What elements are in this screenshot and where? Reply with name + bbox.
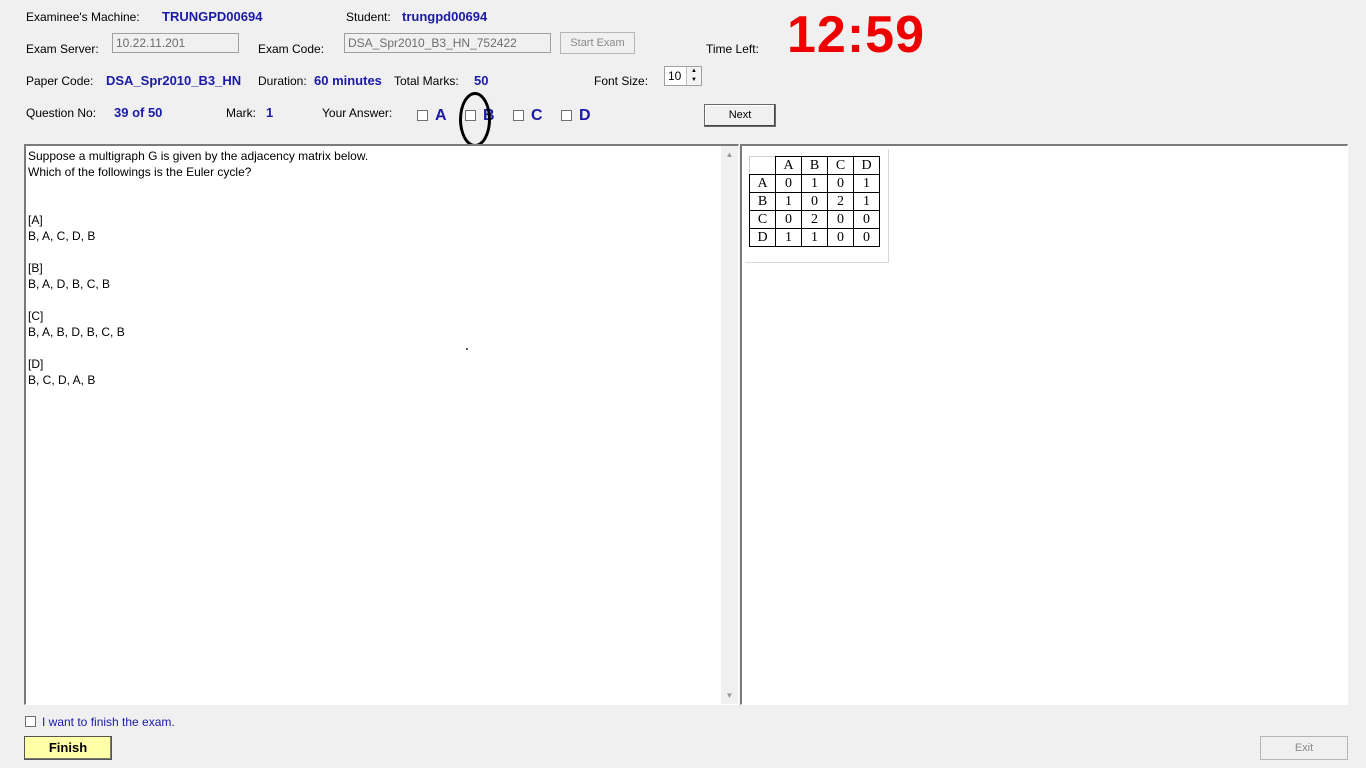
scroll-down-icon[interactable]: ▼: [721, 691, 738, 700]
adjacency-matrix: A B C D A 0 1 0 1 B 1 0 2 1 C 0 2 0 0 D …: [749, 156, 880, 247]
finish-exam-label[interactable]: I want to finish the exam.: [42, 715, 175, 729]
question-text: Suppose a multigraph G is given by the a…: [28, 149, 369, 387]
matrix-row-header: A: [749, 174, 776, 193]
matrix-cell: 2: [827, 192, 854, 211]
matrix-cell: 0: [853, 228, 880, 247]
matrix-col-header: B: [801, 156, 828, 175]
time-left-value: 12:59: [787, 6, 925, 64]
matrix-cell: 0: [827, 210, 854, 229]
mark-label: Mark:: [226, 106, 256, 120]
question-no-value: 39 of 50: [114, 105, 163, 120]
next-button[interactable]: Next: [704, 104, 776, 127]
matrix-cell: 0: [775, 210, 802, 229]
server-label: Exam Server:: [26, 42, 99, 56]
stray-dot: [466, 348, 468, 350]
total-marks-label: Total Marks:: [394, 74, 459, 88]
question-scrollbar[interactable]: ▲ ▼: [721, 146, 738, 704]
machine-value: TRUNGPD00694: [162, 9, 263, 24]
matrix-col-header: A: [775, 156, 802, 175]
paper-code-label: Paper Code:: [26, 74, 94, 88]
time-left-label: Time Left:: [706, 42, 759, 56]
matrix-cell: 1: [775, 192, 802, 211]
matrix-cell: 1: [853, 174, 880, 193]
matrix-col-header: C: [827, 156, 854, 175]
matrix-row-header: C: [749, 210, 776, 229]
finish-button[interactable]: Finish: [24, 736, 112, 760]
answer-c-label: C: [531, 107, 543, 124]
matrix-cell: 1: [775, 228, 802, 247]
image-panel: A B C D A 0 1 0 1 B 1 0 2 1 C 0 2 0 0 D …: [740, 144, 1348, 705]
answer-d-label: D: [579, 107, 591, 124]
your-answer-label: Your Answer:: [322, 106, 393, 120]
code-field: DSA_Spr2010_B3_HN_752422: [344, 33, 551, 53]
matrix-row-header: D: [749, 228, 776, 247]
scroll-up-icon[interactable]: ▲: [721, 150, 738, 159]
answer-c-checkbox[interactable]: [513, 110, 524, 121]
matrix-cell: 1: [801, 174, 828, 193]
spin-down-icon[interactable]: ▼: [686, 76, 701, 85]
server-field: 10.22.11.201: [112, 33, 239, 53]
matrix-cell: 2: [801, 210, 828, 229]
question-panel: Suppose a multigraph G is given by the a…: [24, 144, 739, 705]
font-size-spinner[interactable]: 10 ▲ ▼: [664, 66, 702, 86]
matrix-cell: 0: [853, 210, 880, 229]
matrix-cell: 1: [801, 228, 828, 247]
start-exam-button[interactable]: Start Exam: [560, 32, 635, 54]
duration-value: 60 minutes: [314, 73, 382, 88]
total-marks-value: 50: [474, 73, 489, 88]
matrix-cell: 0: [827, 174, 854, 193]
matrix-corner: [749, 156, 776, 175]
matrix-row-header: B: [749, 192, 776, 211]
duration-label: Duration:: [258, 74, 307, 88]
matrix-cell: 1: [853, 192, 880, 211]
matrix-cell: 0: [827, 228, 854, 247]
student-label: Student:: [346, 10, 391, 24]
matrix-cell: 0: [801, 192, 828, 211]
matrix-col-header: D: [853, 156, 880, 175]
matrix-cell: 0: [775, 174, 802, 193]
matrix-image: A B C D A 0 1 0 1 B 1 0 2 1 C 0 2 0 0 D …: [744, 148, 888, 262]
paper-code-value: DSA_Spr2010_B3_HN: [106, 73, 242, 88]
answer-a-checkbox[interactable]: [417, 110, 428, 121]
exit-button[interactable]: Exit: [1260, 736, 1348, 760]
code-label: Exam Code:: [258, 42, 325, 56]
machine-label: Examinee's Machine:: [26, 10, 140, 24]
answer-a-label: A: [435, 107, 447, 124]
ellipse-annotation: [459, 92, 491, 147]
finish-exam-checkbox[interactable]: [25, 716, 36, 727]
question-no-label: Question No:: [26, 106, 97, 120]
mark-value: 1: [266, 105, 274, 120]
font-size-label: Font Size:: [594, 74, 649, 88]
font-size-value: 10: [668, 69, 682, 83]
answer-d-checkbox[interactable]: [561, 110, 572, 121]
student-value: trungpd00694: [402, 9, 488, 24]
